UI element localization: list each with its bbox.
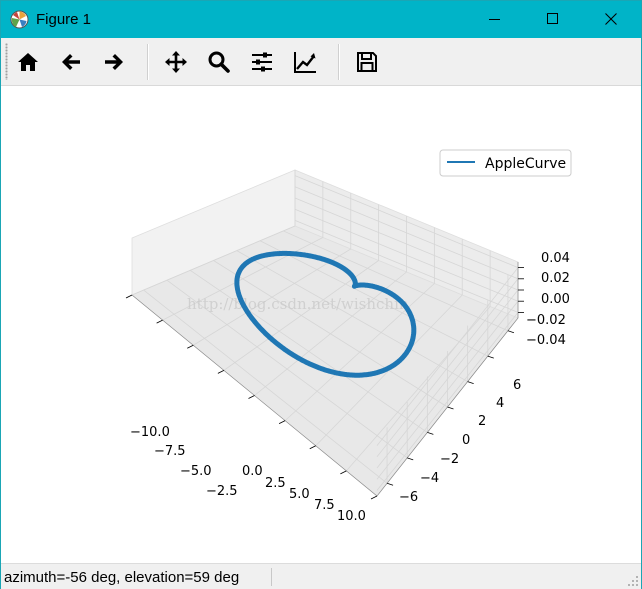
toolbar-separator [338,44,340,80]
customize-button[interactable] [288,45,322,79]
x-tick-label: 7.5 [314,498,335,513]
pan-button[interactable] [159,45,193,79]
x-tick-label: 0.0 [242,464,263,479]
x-tick-label: −7.5 [154,444,186,459]
x-tick-mark [125,294,133,299]
x-tick-label: −2.5 [206,484,238,499]
y-tick-mark [386,482,394,486]
x-tick-mark [278,420,286,424]
edit-axis-icon [294,52,316,73]
zoom-button[interactable] [202,45,236,79]
toolbar-grip[interactable] [5,43,8,80]
x-tick-label: −5.0 [180,464,212,479]
x-tick-mark [370,495,378,500]
home-button[interactable] [11,45,45,79]
y-tick-label: 2 [478,414,486,429]
x-tick-label: 10.0 [337,509,366,524]
x-tick-label: 2.5 [265,476,286,491]
forward-button[interactable] [97,45,131,79]
y-tick-mark [487,355,494,359]
x-tick-label: −10.0 [130,425,170,440]
close-icon [605,13,617,25]
window-title: Figure 1 [36,11,92,28]
save-button[interactable] [350,45,384,79]
z-tick-labels: −0.04 −0.02 0.00 0.02 0.04 [526,251,570,348]
save-icon [357,52,377,72]
status-coordinates: azimuth=-56 deg, elevation=59 deg [4,569,240,586]
title-bar[interactable]: Figure 1 [1,1,641,38]
z-tick-label: −0.02 [526,313,566,328]
y-tick-label: 6 [513,378,521,393]
z-tick-label: 0.04 [541,251,570,266]
legend: AppleCurve [439,149,572,177]
x-tick-mark [156,319,163,324]
x-tick-label: 5.0 [289,487,310,502]
pan-icon [165,51,187,73]
status-bar: azimuth=-56 deg, elevation=59 deg [1,563,641,589]
y-tick-mark [467,381,474,384]
y-tick-label: −6 [399,490,418,505]
y-tick-mark [407,457,414,461]
subplots-icon [252,52,272,72]
figure-canvas[interactable]: http://blog.csdn.net/wishchin −10.0 −7.5… [1,86,641,563]
y-tick-label: 4 [496,396,504,411]
x-tick-mark [217,370,225,374]
zoom-icon [208,51,230,73]
figure-window: Figure 1 http://blog.csdn.net/wishchin −… [0,0,642,589]
axes-3d[interactable]: http://blog.csdn.net/wishchin −10.0 −7.5… [1,86,641,563]
x-tick-mark [248,395,255,399]
x-tick-mark [340,470,347,475]
resize-grip-icon[interactable] [627,575,639,587]
y-tick-label: 0 [462,433,470,448]
z-tick-label: −0.04 [526,333,566,348]
y-tick-label: −2 [440,452,459,467]
watermark-text: http://blog.csdn.net/wishchin [187,295,409,313]
legend-label: AppleCurve [485,156,566,172]
maximize-icon [547,13,558,24]
matplotlib-logo-icon [10,10,29,29]
back-button[interactable] [54,45,88,79]
x-tick-mark [309,445,316,450]
home-icon [18,53,38,71]
z-tick-label: 0.02 [541,271,570,286]
y-tick-mark [447,406,454,410]
y-tick-mark [507,330,515,334]
y-tick-mark [427,432,434,435]
back-arrow-icon [62,54,80,70]
maximize-button[interactable] [530,1,576,38]
minimize-icon [489,19,500,20]
navigation-toolbar [1,38,641,86]
minimize-button[interactable] [472,1,518,38]
toolbar-separator [147,44,149,80]
z-tick-label: 0.00 [541,292,570,307]
x-tick-mark [187,344,194,349]
close-button[interactable] [588,1,634,38]
subplots-button[interactable] [245,45,279,79]
forward-arrow-icon [105,54,123,70]
status-divider [271,568,272,586]
y-tick-label: −4 [420,471,439,486]
